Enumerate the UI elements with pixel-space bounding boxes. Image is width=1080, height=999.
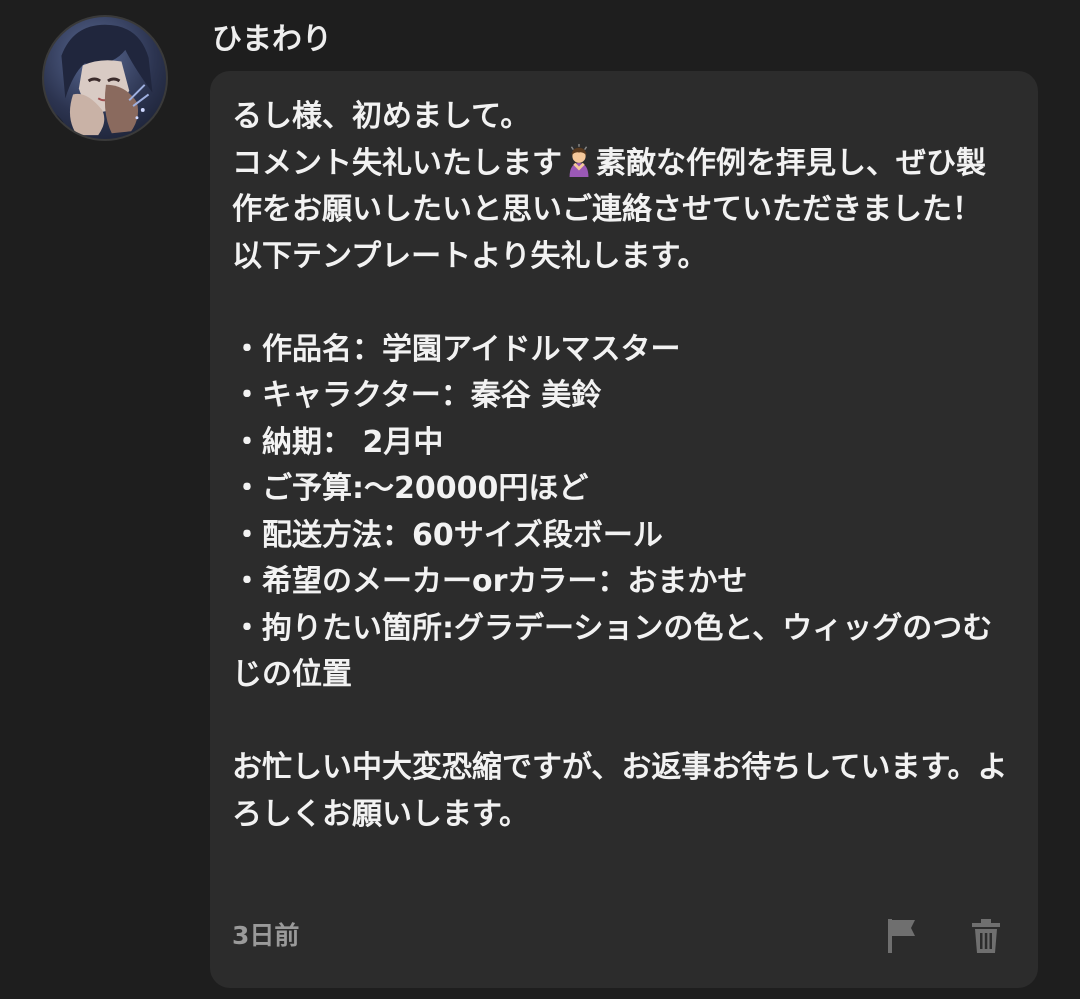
message-line: コメント失礼いたします bbox=[232, 145, 562, 181]
trash-icon bbox=[972, 919, 1000, 953]
message-line: ・ご予算:〜20000円ほど bbox=[232, 471, 589, 506]
message-line: ・希望のメーカーorカラー：おまかせ bbox=[232, 564, 748, 599]
flag-icon bbox=[888, 919, 915, 953]
message-line: ・拘りたい箇所:グラデーションの色と、ウィッグのつむじの位置 bbox=[232, 610, 993, 693]
username[interactable]: ひまわり bbox=[212, 18, 332, 62]
comment-screen: ひまわり るし様、初めまして。 コメント失礼いたします 素敵な作例を拝見し、ぜひ製… bbox=[0, 0, 1080, 999]
comment-message: るし様、初めまして。 コメント失礼いたします 素敵な作例を拝見し、ぜひ製作をお願い… bbox=[232, 94, 1012, 838]
delete-button[interactable] bbox=[964, 914, 1008, 958]
message-line: るし様、初めまして。 bbox=[232, 99, 531, 134]
report-button[interactable] bbox=[880, 914, 924, 958]
person-bowing-emoji bbox=[569, 143, 589, 177]
message-line: ・配送方法：60サイズ段ボール bbox=[232, 517, 663, 553]
avatar-image bbox=[44, 24, 153, 139]
message-line: ・作品名：学園アイドルマスター bbox=[232, 331, 681, 367]
user-avatar[interactable] bbox=[42, 15, 168, 141]
message-line: 以下テンプレートより失礼します。 bbox=[232, 238, 708, 274]
message-line: ・納期： 2月中 bbox=[232, 424, 444, 460]
comment-timestamp: 3日前 bbox=[232, 921, 300, 950]
message-line: お忙しい中大変恐縮ですが、お返事お待ちしています。よろしくお願いします。 bbox=[232, 750, 1008, 832]
message-line: ・キャラクター：秦谷 美鈴 bbox=[232, 378, 602, 413]
